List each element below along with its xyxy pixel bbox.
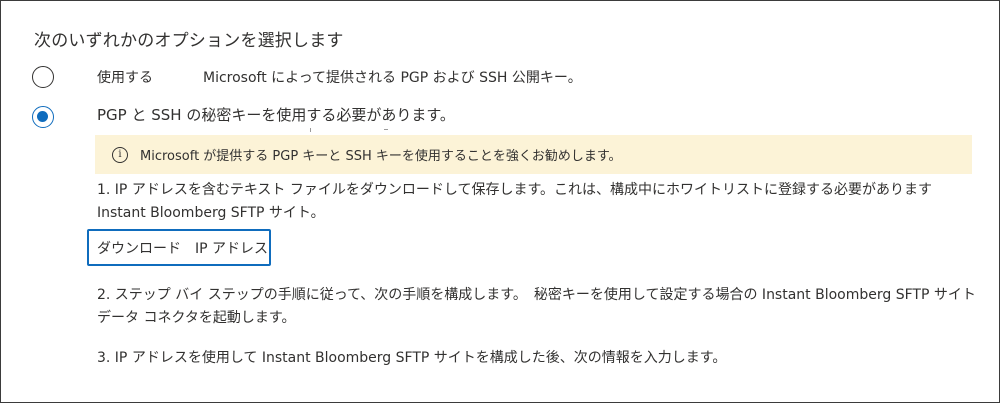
info-banner: i Microsoft が提供する PGP キーと SSH キーを使用することを… (95, 135, 972, 174)
step-2-text-continued: データ コネクタを起動します。 (97, 310, 296, 326)
option-2-label: PGP と SSH の秘密キーを使用する必要があります。 (97, 106, 455, 124)
radio-unchecked-icon[interactable] (32, 66, 54, 88)
decorative-mark (384, 126, 388, 130)
option-1-label-a: 使用する (97, 70, 153, 86)
step-1-text-continued: Instant Bloomberg SFTP サイト。 (97, 205, 325, 221)
step-2-text: 2. ステップ バイ ステップの手順に従って、次の手順を構成します。 秘密キーを… (97, 287, 976, 303)
option-1-label-b: Microsoft によって提供される PGP および SSH 公開キー。 (203, 70, 582, 86)
step-3-text: 3. IP アドレスを使用して Instant Bloomberg SFTP サ… (97, 350, 727, 366)
radio-checked-icon[interactable] (32, 106, 54, 128)
download-ip-addresses-button[interactable]: ダウンロード IP アドレス (87, 229, 271, 266)
info-banner-text: Microsoft が提供する PGP キーと SSH キーを使用することを強く… (140, 149, 622, 164)
decorative-mark (310, 128, 311, 132)
radio-option-microsoft-keys[interactable] (32, 66, 54, 88)
options-heading: 次のいずれかのオプションを選択します (34, 31, 344, 51)
radio-option-own-keys[interactable] (32, 106, 54, 128)
info-icon: i (112, 146, 128, 163)
step-1-text: 1. IP アドレスを含むテキスト ファイルをダウンロードして保存します。これは… (97, 182, 933, 198)
radio-selected-dot (37, 111, 48, 122)
